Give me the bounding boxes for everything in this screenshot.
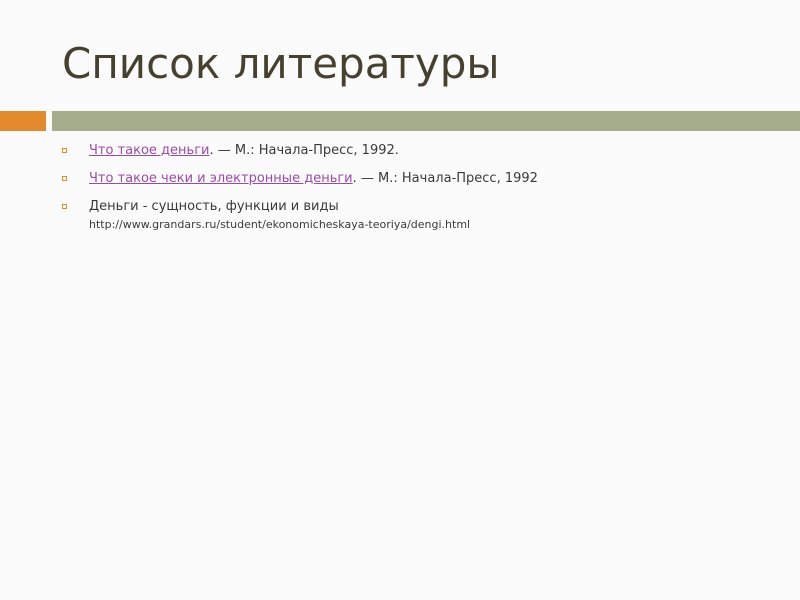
title-divider-bar [52, 111, 800, 131]
square-bullet-icon [62, 148, 67, 153]
bibliography-citation: . — М.: Начала-Пресс, 1992 [352, 171, 538, 186]
bibliography-url: http://www.grandars.ru/student/ekonomich… [89, 218, 471, 231]
bibliography-list: Что такое деньги. — М.: Начала-Пресс, 19… [62, 142, 782, 244]
list-item: Деньги - сущность, функции и виды http:/… [62, 198, 782, 234]
list-item: Что такое деньги. — М.: Начала-Пресс, 19… [62, 142, 782, 160]
bibliography-citation: . — М.: Начала-Пресс, 1992. [209, 143, 399, 158]
slide-title: Список литературы [62, 39, 500, 88]
slide: Список литературы Что такое деньги. — М.… [0, 0, 800, 600]
bibliography-link-checks[interactable]: Что такое чеки и электронные деньги [89, 171, 353, 186]
bibliography-link-money[interactable]: Что такое деньги [89, 143, 209, 158]
accent-bar [0, 111, 46, 131]
square-bullet-icon [62, 204, 67, 209]
square-bullet-icon [62, 176, 67, 181]
bibliography-title: Деньги - сущность, функции и виды [89, 199, 339, 214]
list-item: Что такое чеки и электронные деньги. — М… [62, 170, 782, 188]
